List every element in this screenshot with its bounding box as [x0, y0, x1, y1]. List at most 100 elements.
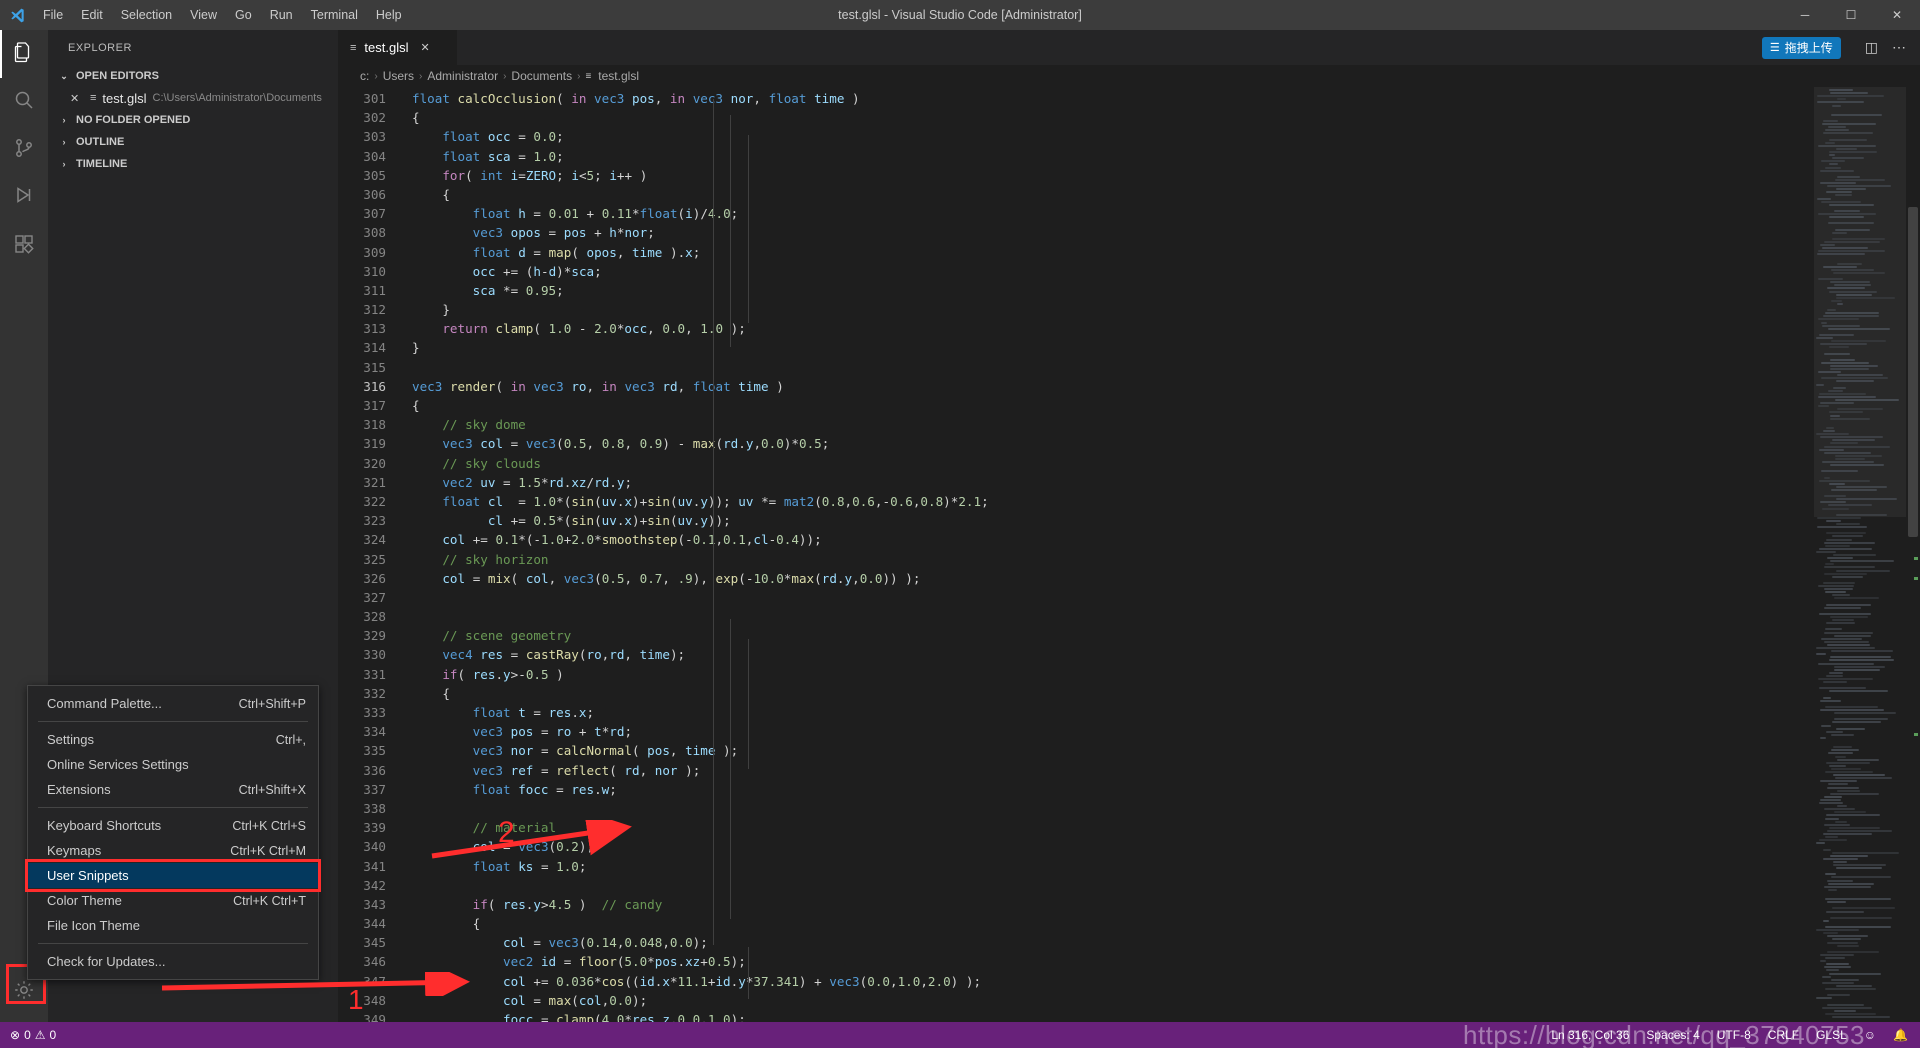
- minimap-line: [1823, 265, 1857, 268]
- activity-run-and-debug[interactable]: [0, 174, 48, 222]
- open-editor-item[interactable]: ✕ ≡ test.glsl C:\Users\Administrator\Doc…: [48, 87, 338, 109]
- minimap-line: [1820, 169, 1854, 172]
- minimap-line: [1837, 302, 1843, 305]
- open-editor-name: test.glsl: [102, 90, 147, 106]
- line-number: 319: [363, 436, 386, 452]
- minimap-line: [1829, 482, 1845, 485]
- menu-go-label: Go: [235, 8, 252, 22]
- status-cursor-position[interactable]: Ln 316, Col 36: [1551, 1028, 1629, 1042]
- minimap-line: [1824, 476, 1830, 479]
- activity-search[interactable]: [0, 78, 48, 126]
- code-line: 301 float calcOcclusion( in vec3 pos, in …: [338, 89, 1814, 108]
- split-editor-icon[interactable]: ◫: [1865, 39, 1878, 56]
- maximize-button[interactable]: ☐: [1828, 0, 1874, 30]
- minimap-line: [1816, 337, 1833, 339]
- section-no-folder-opened[interactable]: › NO FOLDER OPENED: [48, 109, 338, 131]
- indent-guide: [713, 99, 714, 335]
- minimap-line: [1834, 718, 1888, 721]
- line-number: 339: [363, 820, 386, 836]
- menu-item-check-for-updates[interactable]: Check for Updates...: [28, 949, 318, 974]
- minimap-line: [1829, 290, 1877, 293]
- breadcrumb-users[interactable]: Users: [383, 69, 414, 83]
- editor-scrollbar[interactable]: [1906, 87, 1920, 1022]
- menu-item-keymaps[interactable]: Keymaps Ctrl+K Ctrl+M: [28, 838, 318, 863]
- code-line: 334 vec3 pos = ro + t*rd;: [338, 722, 1814, 741]
- breadcrumb-file[interactable]: test.glsl: [598, 69, 639, 83]
- code-line: 321 vec2 uv = 1.5*rd.xz/rd.y;: [338, 473, 1814, 492]
- menu-item-command-palette[interactable]: Command Palette... Ctrl+Shift+P: [28, 691, 318, 716]
- status-notifications-icon[interactable]: 🔔: [1893, 1028, 1908, 1042]
- tab-test-glsl[interactable]: ≡ test.glsl ✕: [338, 30, 458, 65]
- status-feedback-icon[interactable]: ☺: [1864, 1028, 1876, 1042]
- breadcrumb-separator: ›: [419, 70, 423, 82]
- menu-item-file-icon-theme[interactable]: File Icon Theme: [28, 913, 318, 938]
- breadcrumb-documents[interactable]: Documents: [511, 69, 572, 83]
- status-indentation[interactable]: Spaces: 4: [1646, 1028, 1699, 1042]
- menu-item-label: Extensions: [47, 782, 111, 797]
- menu-edit[interactable]: Edit: [72, 0, 112, 30]
- minimap-line: [1837, 175, 1860, 178]
- status-eol[interactable]: CRLF: [1768, 1028, 1799, 1042]
- menu-terminal[interactable]: Terminal: [302, 0, 367, 30]
- minimap-line: [1837, 262, 1862, 265]
- close-icon[interactable]: ✕: [70, 92, 84, 105]
- minimap-line: [1829, 346, 1849, 349]
- line-number: 323: [363, 513, 386, 529]
- menu-item-extensions[interactable]: Extensions Ctrl+Shift+X: [28, 777, 318, 802]
- close-icon[interactable]: ✕: [421, 41, 430, 54]
- minimap-line: [1824, 808, 1855, 811]
- minimap[interactable]: [1814, 87, 1906, 1022]
- minimap-line: [1816, 647, 1875, 649]
- section-timeline[interactable]: › TIMELINE: [48, 153, 338, 175]
- menu-item-settings[interactable]: Settings Ctrl+,: [28, 727, 318, 752]
- breadcrumb-c[interactable]: c:: [360, 69, 369, 83]
- scrollbar-thumb[interactable]: [1908, 207, 1918, 537]
- minimap-line: [1826, 814, 1880, 817]
- minimap-line: [1827, 901, 1846, 904]
- code-line: 316 vec3 render( in vec3 ro, in vec3 rd, …: [338, 377, 1814, 396]
- breadcrumb-administrator[interactable]: Administrator: [427, 69, 498, 83]
- more-actions-icon[interactable]: ⋯: [1892, 39, 1906, 56]
- close-button[interactable]: ✕: [1874, 0, 1920, 30]
- menu-view[interactable]: View: [181, 0, 226, 30]
- menu-item-user-snippets[interactable]: User Snippets: [25, 859, 321, 892]
- code-editor[interactable]: 301 float calcOcclusion( in vec3 pos, in …: [338, 87, 1814, 1022]
- open-editors-header[interactable]: ⌄ OPEN EDITORS: [48, 65, 338, 87]
- menu-go[interactable]: Go: [226, 0, 261, 30]
- minimap-line: [1828, 888, 1837, 891]
- warning-count: 0: [49, 1028, 57, 1042]
- manage-context-menu[interactable]: Command Palette... Ctrl+Shift+P Settings Ct…: [25, 685, 321, 980]
- section-outline[interactable]: › OUTLINE: [48, 131, 338, 153]
- menu-item-online-services-settings[interactable]: Online Services Settings: [28, 752, 318, 777]
- minimap-line: [1829, 151, 1877, 153]
- minimap-line: [1835, 457, 1865, 460]
- menu-selection[interactable]: Selection: [112, 0, 181, 30]
- minimap-line: [1825, 312, 1879, 315]
- menu-item-keyboard-shortcuts[interactable]: Keyboard Shortcuts Ctrl+K Ctrl+S: [28, 813, 318, 838]
- minimap-line: [1831, 749, 1859, 752]
- code-line: 315: [338, 358, 1814, 377]
- minimap-line: [1829, 138, 1867, 141]
- minimap-line: [1829, 671, 1843, 674]
- upload-button[interactable]: ☰ 拖拽上传: [1761, 36, 1841, 59]
- minimap-line: [1826, 426, 1834, 429]
- code-content: 301 float calcOcclusion( in vec3 pos, in …: [338, 87, 1814, 1022]
- line-number: 303: [363, 129, 386, 145]
- menu-help[interactable]: Help: [367, 0, 411, 30]
- status-encoding[interactable]: UTF-8: [1717, 1028, 1751, 1042]
- status-language-mode[interactable]: GLSL: [1816, 1028, 1847, 1042]
- menu-file[interactable]: File: [34, 0, 72, 30]
- status-problems[interactable]: ⊗ 0 ⚠ 0: [0, 1028, 56, 1042]
- minimize-button[interactable]: ─: [1782, 0, 1828, 30]
- activity-extensions[interactable]: [0, 222, 48, 270]
- minimap-line: [1832, 851, 1899, 854]
- menu-run[interactable]: Run: [261, 0, 302, 30]
- activity-explorer[interactable]: [0, 30, 48, 78]
- code-line: 339 // material: [338, 818, 1814, 837]
- menu-item-color-theme[interactable]: Color Theme Ctrl+K Ctrl+T: [28, 888, 318, 913]
- minimap-line: [1832, 575, 1863, 578]
- activity-source-control[interactable]: [0, 126, 48, 174]
- code-line: 318 // sky dome: [338, 415, 1814, 434]
- line-number: 306: [363, 186, 386, 202]
- minimap-line: [1830, 281, 1870, 284]
